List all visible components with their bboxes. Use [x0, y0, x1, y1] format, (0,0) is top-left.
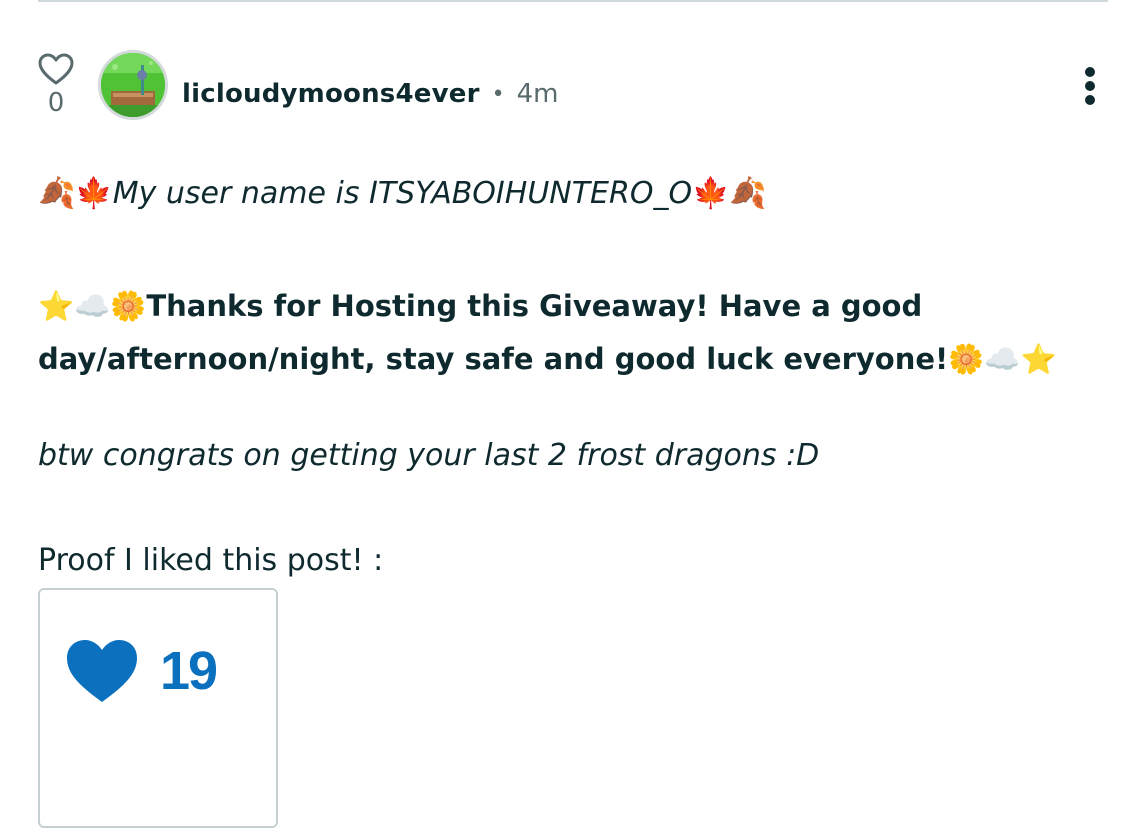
username-text: My user name is ITSYABOIHUNTERO_O	[112, 176, 693, 211]
heart-outline-icon[interactable]	[37, 52, 75, 86]
author-username[interactable]: licloudymoons4ever	[182, 79, 480, 109]
avatar[interactable]	[98, 50, 168, 120]
autumn-leaves-emoji: 🍂🍁	[38, 176, 113, 211]
star-cloud-flower-emoji: ⭐☁️🌼	[38, 289, 147, 323]
thanks-text: Thanks for Hosting this Giveaway! Have a…	[38, 289, 949, 376]
like-count: 0	[47, 88, 65, 118]
avatar-image	[101, 53, 165, 117]
proof-like-count: 19	[160, 641, 218, 701]
flower-cloud-star-emoji: 🌼☁️⭐	[948, 342, 1057, 376]
more-options-button[interactable]	[1076, 64, 1104, 110]
autumn-leaves-emoji: 🍁🍂	[692, 176, 767, 211]
like-button[interactable]	[36, 52, 76, 86]
author-line: licloudymoons4ever • 4m	[182, 78, 558, 110]
congrats-text: btw congrats on getting your last 2 fros…	[38, 438, 820, 473]
thanks-paragraph: ⭐☁️🌼Thanks for Hosting this Giveaway! Ha…	[38, 280, 1108, 386]
like-column: 0	[36, 52, 76, 116]
top-divider	[38, 0, 1108, 2]
more-vertical-icon[interactable]	[1076, 67, 1104, 105]
post-timestamp: 4m	[516, 79, 559, 109]
username-line: 🍂🍁My user name is ITSYABOIHUNTERO_O🍁🍂	[38, 176, 1098, 211]
proof-label: Proof I liked this post! :	[38, 543, 384, 578]
heart-filled-icon	[67, 640, 137, 702]
separator-dot: •	[491, 81, 505, 107]
proof-image[interactable]: 19	[38, 588, 278, 828]
